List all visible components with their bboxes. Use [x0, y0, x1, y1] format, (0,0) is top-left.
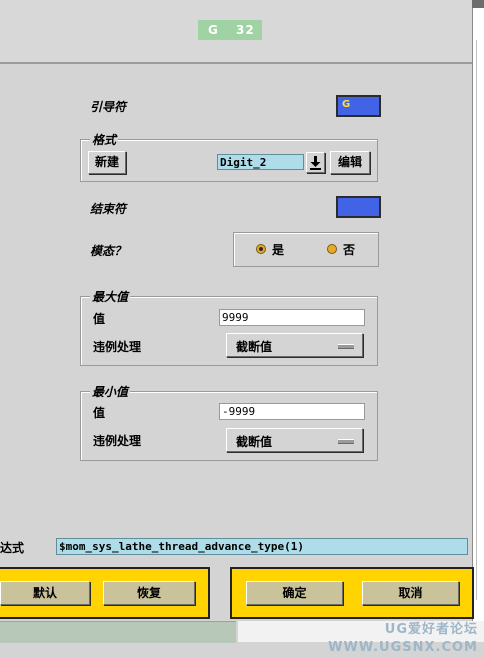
trailer-swatch[interactable] [336, 196, 381, 218]
download-arrow-icon [310, 156, 321, 170]
modal-label: 模态？ [90, 244, 127, 258]
max-violation-value: 截断值 [236, 340, 273, 354]
format-name-field[interactable]: Digit_2 [217, 154, 304, 170]
modal-radio-group [233, 232, 379, 267]
modal-no-label[interactable]: 否 [343, 241, 355, 258]
default-button[interactable]: 默认 [0, 581, 90, 605]
option-menu-indicator-icon [338, 439, 354, 444]
new-format-button[interactable]: 新建 [88, 151, 126, 174]
restore-button[interactable]: 恢复 [103, 581, 195, 605]
expression-label-clip: 表达式 [0, 539, 60, 555]
format-dropdown-button[interactable] [306, 152, 325, 173]
min-violation-value: 截断值 [236, 435, 273, 449]
cancel-button[interactable]: 取消 [362, 581, 459, 605]
ok-button[interactable]: 确定 [246, 581, 343, 605]
dialog-title-bar: G 32 [0, 0, 472, 64]
max-value-label: 值 [93, 312, 106, 326]
format-group-label: 格式 [90, 131, 119, 148]
max-group-label: 最大值 [90, 288, 131, 305]
max-violation-select[interactable]: 截断值 [226, 333, 363, 357]
modal-yes-radio[interactable] [256, 244, 266, 254]
min-value-input[interactable]: -9999 [219, 403, 365, 420]
trailer-label: 结束符 [90, 202, 127, 216]
modal-no-radio[interactable] [327, 244, 337, 254]
expression-label: 表达式 [0, 541, 25, 555]
edit-format-button[interactable]: 编辑 [330, 151, 370, 174]
max-violation-label: 违例处理 [93, 340, 142, 354]
min-violation-label: 违例处理 [93, 434, 142, 448]
footer-strip [0, 621, 236, 643]
leader-label: 引导符 [90, 100, 127, 114]
background-window-header [472, 0, 484, 8]
word-letter: G [208, 23, 219, 37]
option-menu-indicator-icon [338, 344, 354, 349]
modal-yes-label[interactable]: 是 [272, 241, 284, 258]
min-value-label: 值 [93, 406, 106, 420]
word-number: 32 [236, 23, 255, 37]
max-value-input[interactable]: 9999 [219, 309, 365, 326]
expression-field[interactable]: $mom_sys_lathe_thread_advance_type(1) [56, 538, 468, 555]
min-group-label: 最小值 [90, 383, 131, 400]
min-violation-select[interactable]: 截断值 [226, 428, 363, 452]
site-watermark: UG爱好者论坛 WWW.UGSNX.COM [238, 621, 484, 655]
background-window-strip [472, 0, 484, 642]
leader-swatch[interactable]: G [336, 95, 381, 117]
word-address-tag: G 32 [198, 20, 262, 40]
background-divider [476, 40, 477, 600]
